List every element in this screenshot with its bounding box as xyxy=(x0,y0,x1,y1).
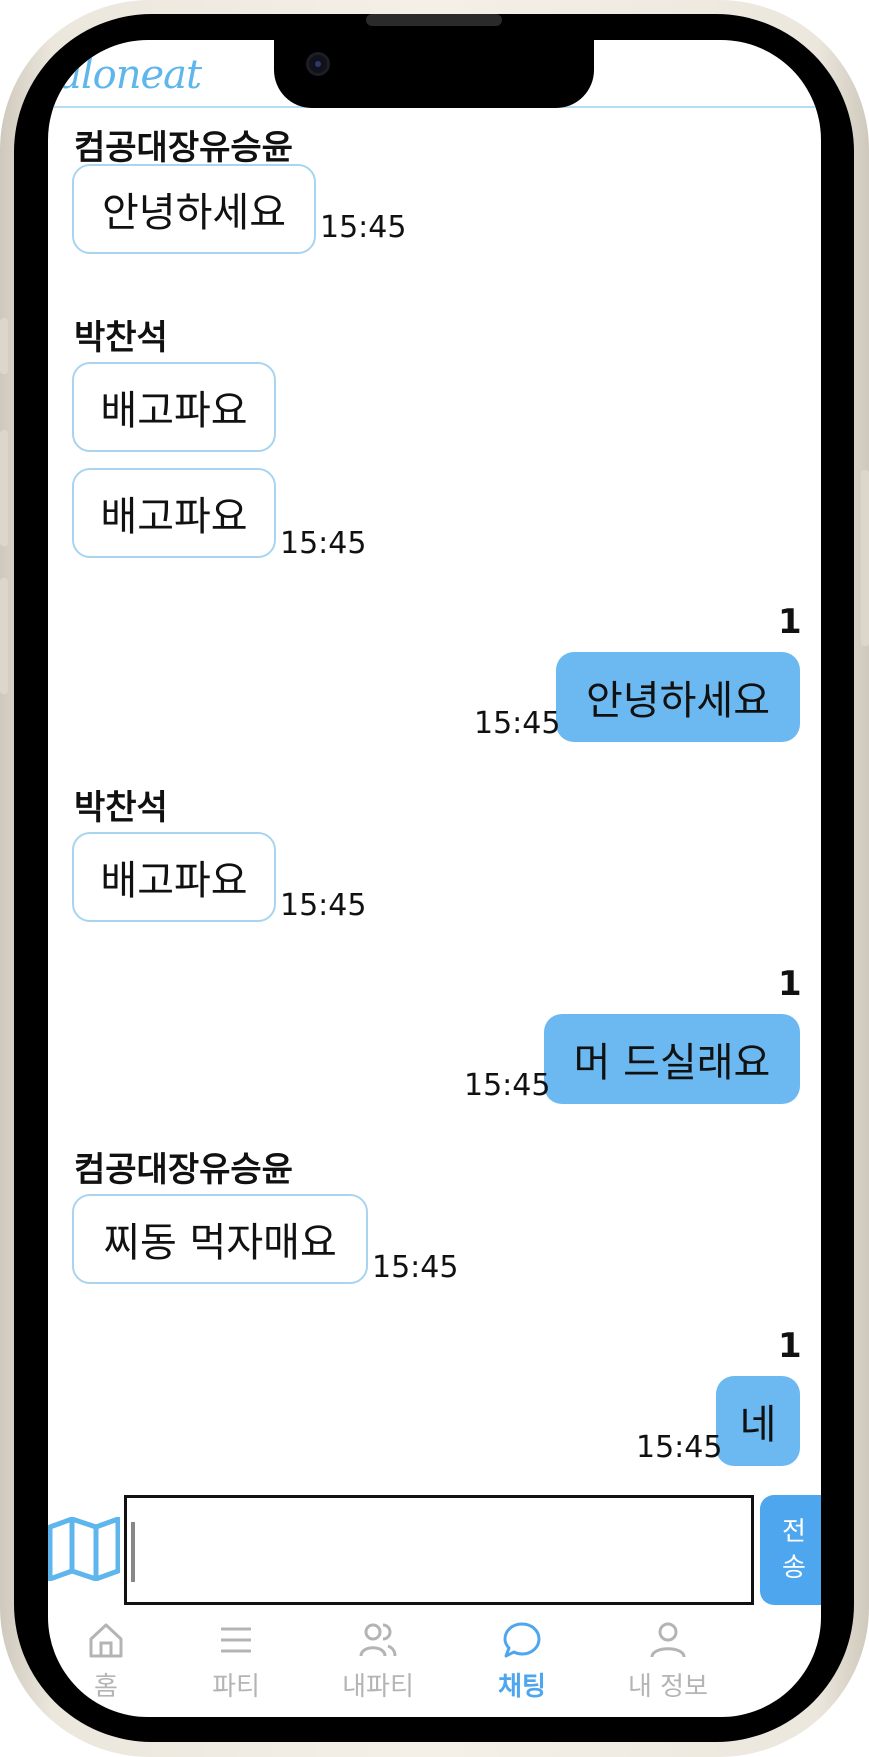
nav-item-profile[interactable]: 내 정보 xyxy=(608,1620,728,1703)
nav-item-party[interactable]: 파티 xyxy=(176,1620,296,1703)
user-icon xyxy=(650,1622,686,1658)
nav-item-home[interactable]: 홈 xyxy=(48,1620,166,1703)
sender-name: 컴공대장유승윤 xyxy=(74,1150,293,1190)
side-button-volume-down xyxy=(0,578,8,694)
send-button-label-2: 송 xyxy=(782,1553,806,1583)
nav-label-home: 홈 xyxy=(94,1672,118,1702)
nav-label-chat: 채팅 xyxy=(498,1672,546,1702)
side-button-action xyxy=(0,318,8,374)
unread-count: 1 xyxy=(778,602,802,642)
screen: aloneat 컴공대장유승윤 안녕하세요 15:45 박찬석 배고파요 배고파… xyxy=(48,40,821,1717)
message-time: 15:45 xyxy=(320,210,407,245)
unread-count: 1 xyxy=(778,964,802,1004)
outgoing-message-bubble[interactable]: 머 드실래요 xyxy=(544,1014,800,1104)
nav-label-party: 파티 xyxy=(212,1672,260,1702)
nav-item-my-party[interactable]: 내파티 xyxy=(318,1620,438,1703)
send-button-label-1: 전 xyxy=(782,1517,806,1547)
outgoing-message-bubble[interactable]: 안녕하세요 xyxy=(556,652,800,742)
nav-label-profile: 내 정보 xyxy=(627,1672,709,1702)
message-input[interactable] xyxy=(124,1495,754,1605)
nav-item-chat[interactable]: 채팅 xyxy=(462,1620,582,1703)
message-time: 15:45 xyxy=(464,1068,551,1103)
chat-bubble-icon xyxy=(503,1622,541,1658)
text-caret xyxy=(131,1522,135,1582)
unread-count: 1 xyxy=(778,1326,802,1366)
earpiece-speaker xyxy=(366,14,502,26)
side-button-volume-up xyxy=(0,430,8,546)
message-time: 15:45 xyxy=(636,1430,723,1465)
incoming-message-bubble[interactable]: 안녕하세요 xyxy=(72,164,316,254)
home-icon xyxy=(89,1623,123,1658)
front-camera-icon xyxy=(306,52,330,76)
map-icon[interactable] xyxy=(48,1516,121,1582)
side-button-power xyxy=(861,470,869,646)
message-time: 15:45 xyxy=(280,888,367,923)
incoming-message-bubble[interactable]: 배고파요 xyxy=(72,832,276,922)
chat-message-list[interactable]: 컴공대장유승윤 안녕하세요 15:45 박찬석 배고파요 배고파요 15:45 … xyxy=(48,40,821,1717)
sender-name: 컴공대장유승윤 xyxy=(74,128,293,168)
sender-name: 박찬석 xyxy=(74,788,168,828)
nav-label-my-party: 내파티 xyxy=(342,1672,414,1702)
users-icon xyxy=(359,1623,397,1657)
incoming-message-bubble[interactable]: 배고파요 xyxy=(72,468,276,558)
outgoing-message-bubble[interactable]: 네 xyxy=(716,1376,800,1466)
menu-icon xyxy=(221,1627,251,1653)
incoming-message-bubble[interactable]: 찌동 먹자매요 xyxy=(72,1194,368,1284)
message-time: 15:45 xyxy=(280,526,367,561)
message-time: 15:45 xyxy=(474,706,561,741)
message-time: 15:45 xyxy=(372,1250,459,1285)
sender-name: 박찬석 xyxy=(74,318,168,358)
composer: 전 송 xyxy=(48,1495,821,1605)
send-button[interactable]: 전 송 xyxy=(760,1495,821,1605)
incoming-message-bubble[interactable]: 배고파요 xyxy=(72,362,276,452)
bottom-nav: 홈 파티 내파티 채팅 내 정보 xyxy=(48,1620,821,1717)
